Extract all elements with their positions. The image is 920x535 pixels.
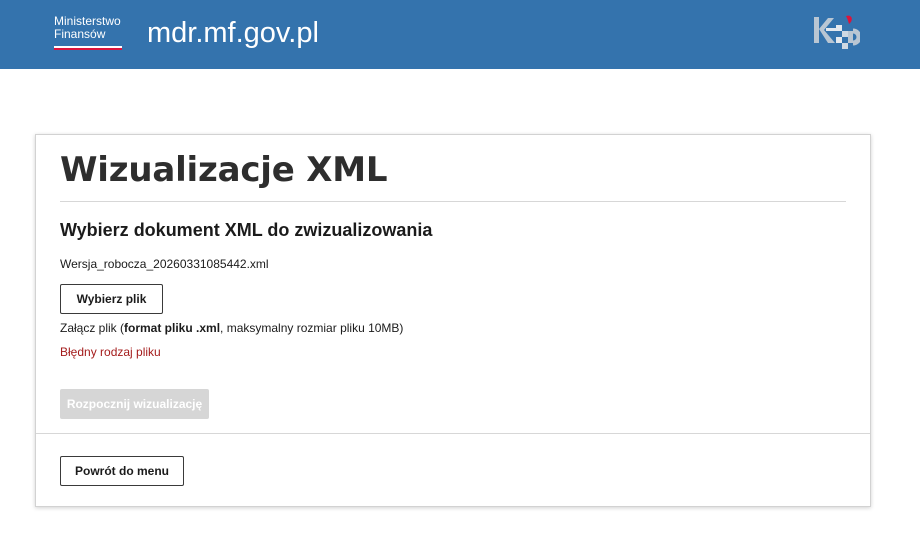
start-visualization-button[interactable]: Rozpocznij wizualizację bbox=[60, 389, 209, 419]
footer-divider bbox=[36, 433, 870, 434]
file-requirements-hint: Załącz plik (format pliku .xml, maksymal… bbox=[60, 321, 403, 335]
hint-format: format pliku .xml bbox=[124, 321, 221, 335]
site-title[interactable]: mdr.mf.gov.pl bbox=[147, 15, 319, 51]
choose-file-button[interactable]: Wybierz plik bbox=[60, 284, 163, 314]
xml-visualization-card: Wizualizacje XML Wybierz dokument XML do… bbox=[35, 134, 871, 507]
site-header: Ministerstwo Finansów mdr.mf.gov.pl bbox=[0, 0, 920, 69]
file-type-error-message: Błędny rodzaj pliku bbox=[60, 345, 161, 359]
ministry-logo-line2: Finansów bbox=[54, 27, 106, 41]
hint-suffix: , maksymalny rozmiar pliku 10MB) bbox=[220, 321, 404, 335]
selected-file-name: Wersja_robocza_20260331085442.xml bbox=[60, 257, 269, 271]
ministry-of-finance-logo[interactable]: Ministerstwo Finansów bbox=[54, 15, 124, 51]
page-title: Wizualizacje XML bbox=[60, 150, 388, 190]
polish-flag-icon bbox=[54, 46, 122, 50]
back-to-menu-button[interactable]: Powrót do menu bbox=[60, 456, 184, 486]
kas-logo-icon bbox=[814, 15, 860, 49]
hint-prefix: Załącz plik ( bbox=[60, 321, 125, 335]
title-divider bbox=[60, 201, 846, 202]
section-heading: Wybierz dokument XML do zwizualizowania bbox=[60, 220, 433, 240]
